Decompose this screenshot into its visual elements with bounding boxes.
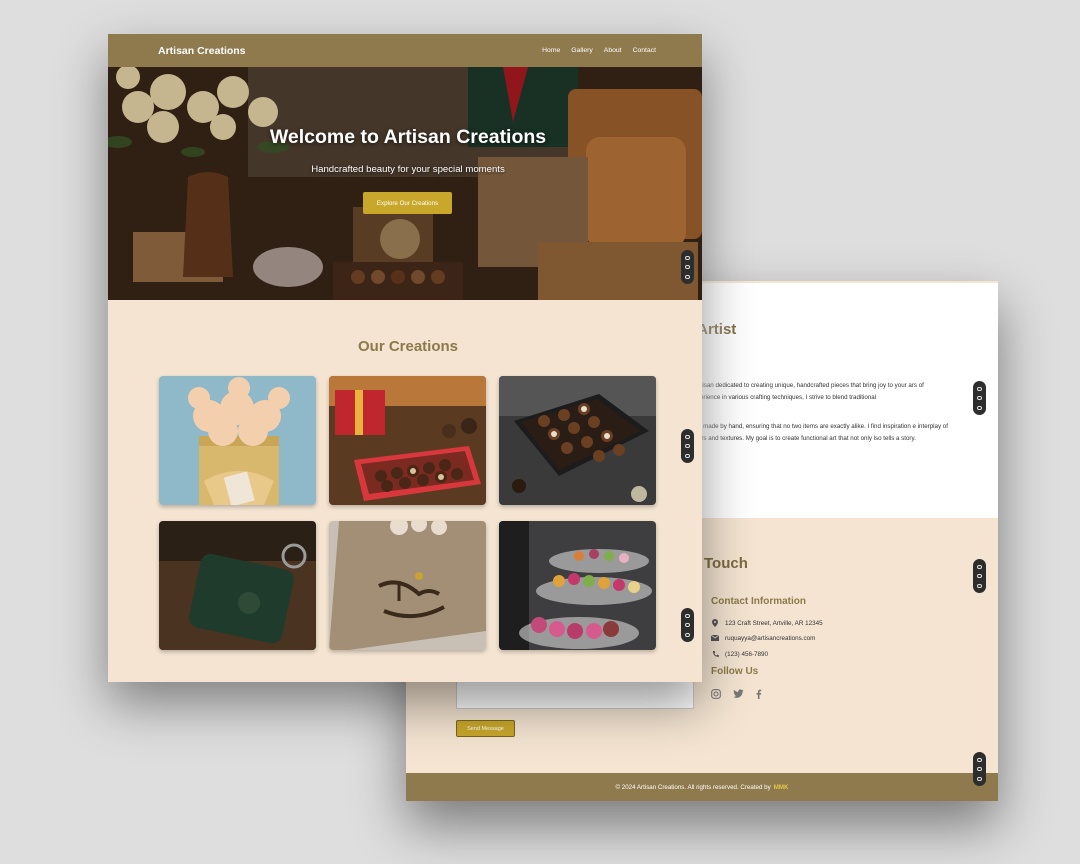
calligraphy-image [329,521,486,650]
footer: © 2024 Artisan Creations. All rights res… [406,773,998,801]
hero-background-image [108,67,702,300]
explore-button[interactable]: Explore Our Creations [363,192,452,214]
screenshot-controls-4[interactable] [973,381,986,415]
gallery-card-wallet[interactable] [159,521,316,650]
nav-gallery[interactable]: Gallery [571,47,593,54]
gallery-card-macarons[interactable] [499,521,656,650]
hero-section: Welcome to Artisan Creations Handcrafted… [108,67,702,300]
follow-heading: Follow Us [711,666,759,677]
contact-phone: (123) 456-7890 [711,650,768,658]
nav-home[interactable]: Home [542,47,560,54]
contact-address: 123 Craft Street, Artville, AR 12345 [711,619,823,627]
screenshot-controls-2[interactable] [681,429,694,463]
front-page-screenshot: Artisan Creations Home Gallery About Con… [108,34,702,682]
macarons-image [499,521,656,650]
screenshot-controls-3[interactable] [681,608,694,642]
send-message-button[interactable]: Send Message [456,720,515,737]
footer-brand-link[interactable]: MMK [774,784,789,791]
screenshot-controls-6[interactable] [973,752,986,786]
gallery-card-truffles[interactable] [499,376,656,505]
about-paragraph-1: n artisan dedicated to creating unique, … [690,382,924,401]
navbar: Artisan Creations Home Gallery About Con… [108,34,702,67]
hero-title: Welcome to Artisan Creations [269,126,547,148]
nav-links: Home Gallery About Contact [542,47,656,54]
phone-icon [711,650,719,658]
gallery-card-calligraphy[interactable] [329,521,486,650]
section-title: Our Creations [357,338,459,355]
gallery-card-roses[interactable] [159,376,316,505]
phone-text: (123) 456-7890 [725,650,769,658]
contact-info-heading: Contact Information [711,596,806,607]
hero-subtitle: Handcrafted beauty for your special mome… [311,164,505,175]
email-text: ruquayya@artisancreations.com [725,634,816,642]
truffles-image [499,376,656,505]
screenshot-controls-5[interactable] [973,559,986,593]
message-textarea[interactable] [456,682,694,709]
brand-logo[interactable]: Artisan Creations [158,45,246,57]
footer-text: © 2024 Artisan Creations. All rights res… [615,783,771,791]
map-pin-icon [711,619,719,627]
nav-about[interactable]: About [604,47,622,54]
gallery-card-gift-box[interactable] [329,376,486,505]
gift-box-image [329,376,486,505]
instagram-icon[interactable] [711,689,722,700]
screenshot-controls-1[interactable] [681,250,694,284]
about-paragraph-2: ngly made by hand, ensuring that no two … [690,423,948,442]
envelope-icon [711,634,719,642]
roses-image [159,376,316,505]
social-links [711,689,766,700]
twitter-icon[interactable] [733,689,744,700]
facebook-icon[interactable] [755,689,766,700]
nav-contact[interactable]: Contact [633,47,656,54]
contact-email: ruquayya@artisancreations.com [711,634,815,642]
address-text: 123 Craft Street, Artville, AR 12345 [725,619,823,627]
wallet-image [159,521,316,650]
contact-title: Touch [704,555,748,572]
